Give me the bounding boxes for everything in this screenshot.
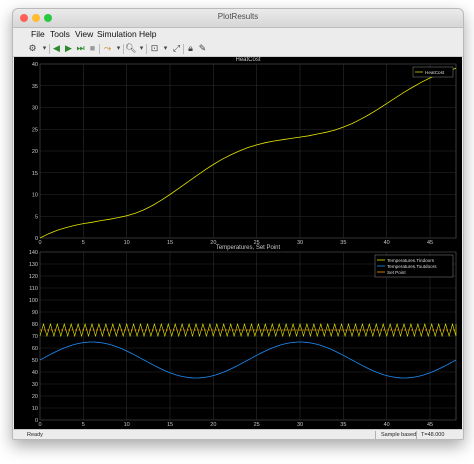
status-sample-based: Sample based <box>381 432 417 438</box>
y-tick-label: 80 <box>32 322 38 328</box>
y-tick-label: 10 <box>32 193 38 199</box>
menu-tools[interactable]: Tools <box>50 29 70 39</box>
y-tick-label: 130 <box>29 262 38 268</box>
y-tick-label: 50 <box>32 358 38 364</box>
y-tick-label: 140 <box>29 250 38 256</box>
y-tick-label: 120 <box>29 274 38 280</box>
y-tick-label: 25 <box>32 127 38 133</box>
x-tick-label: 35 <box>340 422 346 428</box>
zoom-icon[interactable]: 🔍︎ <box>125 43 136 54</box>
step-forward-icon[interactable]: ⏭ <box>75 43 86 54</box>
plot-canvas: HeatCost 0 5 10 15 20 25 30 35 40 45 0 5 10 15 20 25 30 35… <box>29 57 457 428</box>
play-icon[interactable]: ▶ <box>63 43 74 54</box>
plot-area: HeatCost 0 5 10 15 20 25 30 35 40 45 0 5 10 15 20 25 30 35… <box>14 57 462 429</box>
x-tick-label: 30 <box>297 422 303 428</box>
x-tick-label: 5 <box>82 422 85 428</box>
y-tick-label: 90 <box>32 310 38 316</box>
x-tick-label: 10 <box>124 240 130 246</box>
stop-icon[interactable]: ■ <box>87 43 98 54</box>
edit-icon[interactable]: ✎ <box>197 43 208 54</box>
x-tick-label: 10 <box>124 422 130 428</box>
toolbar: ⚙ ▾ ◀ ▶ ⏭ ■ ⤳ ▾ 🔍︎ ▾ ⊡ ▾ ⤢ 🔒︎ ✎ <box>13 42 463 57</box>
x-tick-label: 35 <box>340 240 346 246</box>
x-tick-label: 40 <box>384 240 390 246</box>
legend-label: Temperatures.Tindoors <box>387 258 435 263</box>
y-tick-label: 35 <box>32 84 38 90</box>
fit-icon[interactable]: ⊡ <box>149 43 160 54</box>
y-tick-label: 100 <box>29 298 38 304</box>
menu-view[interactable]: View <box>75 29 93 39</box>
dropdown-arrow-icon[interactable]: ▾ <box>160 43 171 54</box>
x-tick-label: 5 <box>82 240 85 246</box>
plot-results-window: PlotResults File Tools View Simulation H… <box>12 8 464 440</box>
menu-help[interactable]: Help <box>139 29 156 39</box>
x-tick-label: 15 <box>167 240 173 246</box>
menu-file[interactable]: File <box>31 29 45 39</box>
expand-icon[interactable]: ⤢ <box>171 43 182 54</box>
x-tick-label: 30 <box>297 240 303 246</box>
y-tick-label: 0 <box>35 418 38 424</box>
back-icon[interactable]: ◀ <box>51 43 62 54</box>
y-tick-label: 40 <box>32 62 38 68</box>
x-tick-label: 0 <box>38 240 41 246</box>
x-tick-label: 45 <box>427 240 433 246</box>
legend-label: Set Point <box>387 270 406 275</box>
y-tick-label: 0 <box>35 236 38 242</box>
x-tick-label: 15 <box>167 422 173 428</box>
y-tick-label: 30 <box>32 106 38 112</box>
y-tick-label: 60 <box>32 346 38 352</box>
y-tick-label: 10 <box>32 406 38 412</box>
y-tick-label: 110 <box>29 286 38 292</box>
lock-icon[interactable]: 🔒︎ <box>185 43 196 54</box>
status-bar: Ready Sample based T=48.000 <box>13 429 463 439</box>
title-bar: PlotResults <box>13 9 463 28</box>
menu-simulation[interactable]: Simulation <box>97 29 137 39</box>
legend-label: Temperatures.Toutdoors <box>387 264 437 269</box>
y-tick-label: 20 <box>32 149 38 155</box>
y-tick-label: 5 <box>35 214 38 220</box>
status-time: T=48.000 <box>421 432 445 438</box>
y-tick-label: 40 <box>32 370 38 376</box>
x-tick-label: 40 <box>384 422 390 428</box>
legend-label: HeatCost <box>425 70 445 75</box>
cursor-icon[interactable]: ⤳ <box>102 43 113 54</box>
x-tick-label: 25 <box>254 422 260 428</box>
x-tick-label: 45 <box>427 422 433 428</box>
x-tick-label: 0 <box>38 422 41 428</box>
chart-title: Temperatures, Set Point <box>216 245 281 251</box>
y-tick-label: 70 <box>32 334 38 340</box>
y-tick-label: 15 <box>32 171 38 177</box>
menu-bar: File Tools View Simulation Help <box>13 28 463 41</box>
y-tick-label: 30 <box>32 382 38 388</box>
window-title: PlotResults <box>217 12 259 21</box>
x-tick-label: 20 <box>210 422 216 428</box>
y-tick-label: 20 <box>32 394 38 400</box>
settings-icon[interactable]: ⚙ <box>27 43 38 54</box>
chart-title: HeatCost <box>235 57 260 63</box>
status-ready: Ready <box>27 432 43 438</box>
